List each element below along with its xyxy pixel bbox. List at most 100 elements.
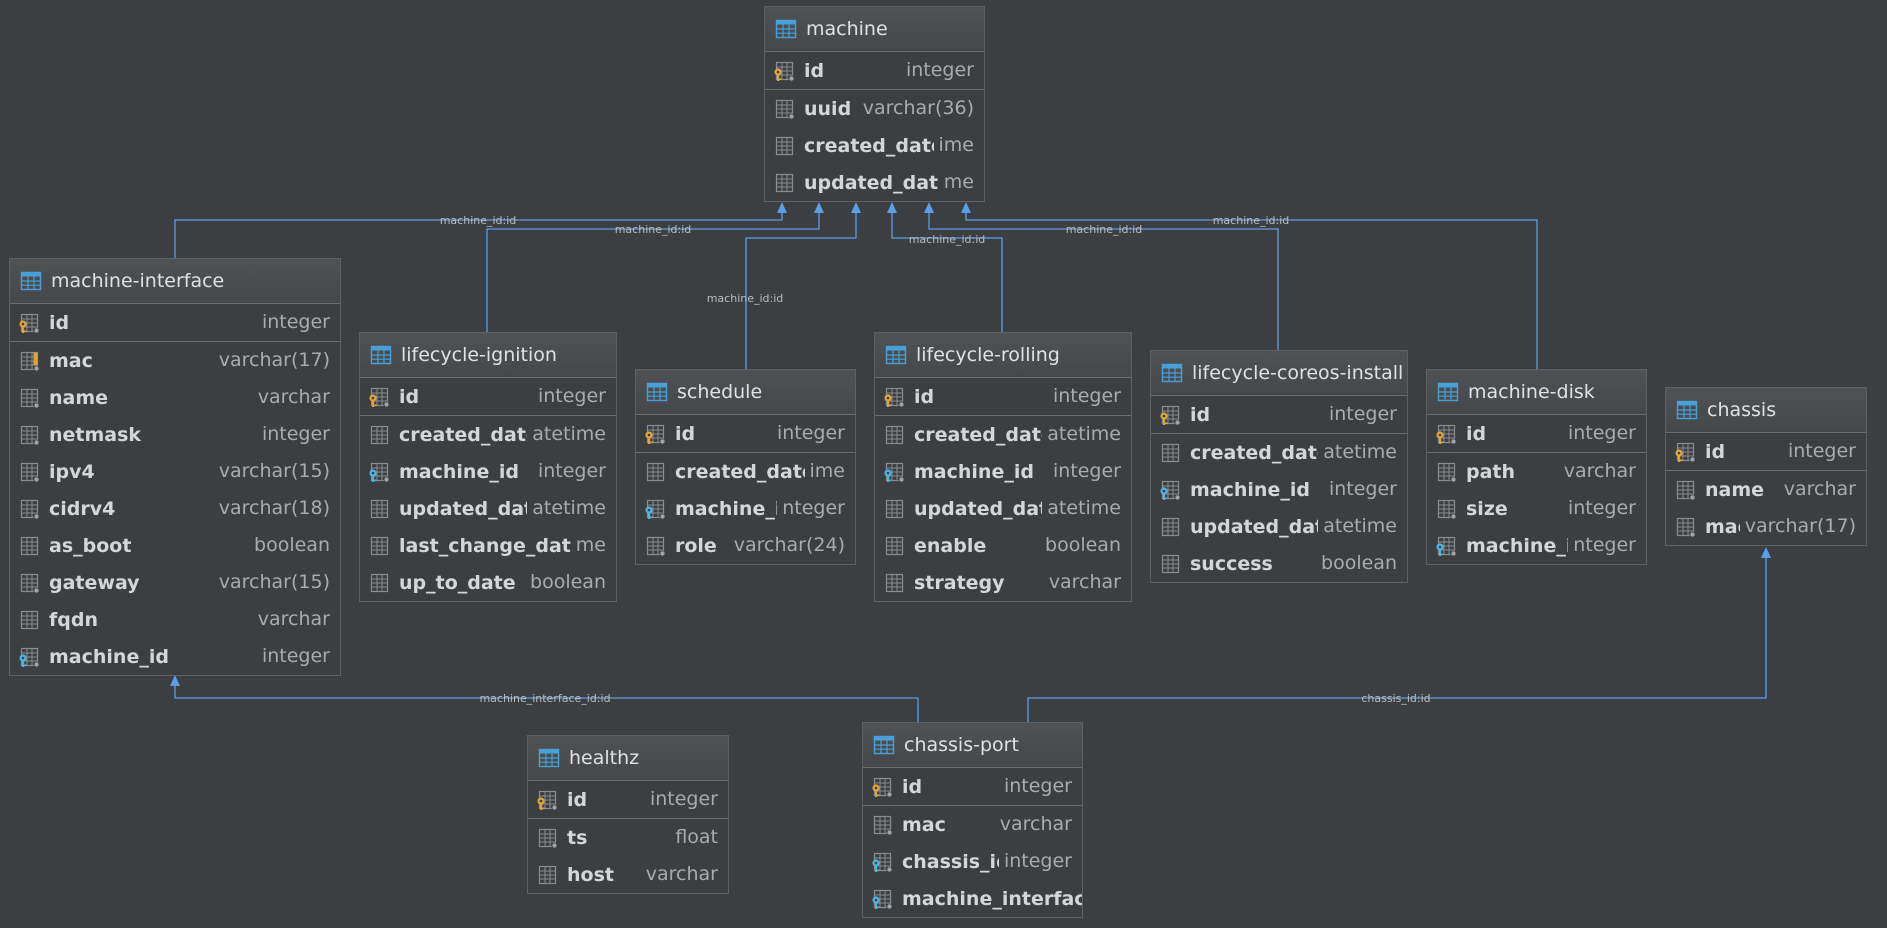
table-lifecycle-ignition[interactable]: lifecycle-ignition id integer created_date a… xyxy=(359,332,617,602)
column-row[interactable]: updated_date atetime xyxy=(875,490,1131,527)
column-row[interactable]: gateway varchar(15) xyxy=(10,564,340,601)
table-header[interactable]: healthz xyxy=(528,736,728,781)
column-row[interactable]: id integer xyxy=(875,378,1131,416)
table-lifecycle-rolling[interactable]: lifecycle-rolling id integer created_date at… xyxy=(874,332,1132,602)
table-header[interactable]: machine-interface xyxy=(10,259,340,304)
column-row[interactable]: name varchar xyxy=(10,379,340,416)
table-header[interactable]: chassis-port xyxy=(863,723,1082,768)
edge-label: machine_id:id xyxy=(707,292,784,305)
column-row[interactable]: ts float xyxy=(528,819,728,856)
column-row[interactable]: success boolean xyxy=(1151,545,1407,582)
table-icon xyxy=(1676,399,1698,421)
column-name: success xyxy=(1190,552,1273,575)
column-row[interactable]: machine_id integer xyxy=(10,638,340,675)
column-row[interactable]: machine_id integer xyxy=(1151,471,1407,508)
column-row[interactable]: strategy varchar xyxy=(875,564,1131,601)
edge-lifecycle-coreos-install-machine[interactable] xyxy=(928,204,1279,350)
column-name: updated_date xyxy=(399,497,547,520)
column-name: cidrv4 xyxy=(49,497,116,520)
arrowhead xyxy=(851,202,861,213)
column-row[interactable]: updated_date atetime xyxy=(1151,508,1407,545)
table-chassis-port[interactable]: chassis-port id integer mac varchar chassis_i… xyxy=(862,722,1083,918)
edge-chassis-port-machine-interface[interactable] xyxy=(174,677,919,722)
table-header[interactable]: lifecycle-ignition xyxy=(360,333,616,378)
column-type: nteger xyxy=(1568,527,1636,564)
edge-lifecycle-rolling-machine[interactable] xyxy=(891,204,1003,332)
column-row[interactable]: size integer xyxy=(1427,490,1646,527)
column-row[interactable]: mac varchar xyxy=(863,806,1082,843)
table-header[interactable]: chassis xyxy=(1666,388,1866,433)
column-row[interactable]: mac varchar(17) xyxy=(10,342,340,379)
column-row[interactable]: last_change_date me xyxy=(360,527,616,564)
edge-lifecycle-ignition-machine[interactable] xyxy=(486,204,820,332)
column-row[interactable]: cidrv4 varchar(18) xyxy=(10,490,340,527)
column-row[interactable]: chassis_id integer xyxy=(863,843,1082,880)
column-nn-icon xyxy=(773,98,795,120)
table-header[interactable]: schedule xyxy=(636,370,855,415)
table-lifecycle-coreos-install[interactable]: lifecycle-coreos-install id integer created… xyxy=(1150,350,1408,583)
column-row[interactable]: name varchar xyxy=(1666,471,1866,508)
column-row[interactable]: up_to_date boolean xyxy=(360,564,616,601)
column-row[interactable]: updated_date atetime xyxy=(360,490,616,527)
column-type: integer xyxy=(532,378,606,415)
column-row[interactable]: path varchar xyxy=(1427,453,1646,490)
column-row[interactable]: enable boolean xyxy=(875,527,1131,564)
column-row[interactable]: machine_interface_ xyxy=(863,880,1082,917)
table-machine-interface[interactable]: machine-interface id integer mac varchar(17)… xyxy=(9,258,341,676)
column-row[interactable]: machine_id nteger xyxy=(1427,527,1646,564)
column-row[interactable]: uuid varchar(36) xyxy=(765,90,984,127)
column-name: mac xyxy=(49,349,93,372)
column-nn-icon xyxy=(1674,479,1696,501)
column-row[interactable]: as_boot boolean xyxy=(10,527,340,564)
column-type: varchar xyxy=(1043,564,1121,601)
table-title: healthz xyxy=(569,747,640,769)
column-row[interactable]: created_date atetime xyxy=(360,416,616,453)
column-row[interactable]: role varchar(24) xyxy=(636,527,855,564)
column-icon xyxy=(644,461,666,483)
column-row[interactable]: machine_id integer xyxy=(875,453,1131,490)
column-row[interactable]: netmask integer xyxy=(10,416,340,453)
column-row[interactable]: machine_id nteger xyxy=(636,490,855,527)
column-type: varchar(36) xyxy=(857,90,974,127)
column-row[interactable]: id integer xyxy=(360,378,616,416)
column-row[interactable]: machine_id integer xyxy=(360,453,616,490)
column-icon xyxy=(368,535,390,557)
table-machine[interactable]: machine id integer uuid varchar(36) created_d… xyxy=(764,6,985,202)
column-row[interactable]: id integer xyxy=(1427,415,1646,453)
column-row[interactable]: created_date atetime xyxy=(875,416,1131,453)
column-type: ime xyxy=(804,453,845,490)
column-name: id xyxy=(1466,422,1487,445)
table-header[interactable]: machine xyxy=(765,7,984,52)
edge-machine-interface-machine[interactable] xyxy=(174,204,783,258)
table-healthz[interactable]: healthz id integer ts float host varchar xyxy=(527,735,729,894)
column-icon xyxy=(1159,516,1181,538)
column-row[interactable]: id integer xyxy=(1666,433,1866,471)
primary-key-icon xyxy=(536,789,558,811)
column-row[interactable]: fqdn varchar xyxy=(10,601,340,638)
column-row[interactable]: id integer xyxy=(636,415,855,453)
edge-label: machine_id:id xyxy=(1213,214,1290,227)
column-row[interactable]: id integer xyxy=(863,768,1082,806)
table-header[interactable]: lifecycle-rolling xyxy=(875,333,1131,378)
edge-schedule-machine[interactable] xyxy=(745,204,857,369)
column-row[interactable]: created_date ime xyxy=(636,453,855,490)
column-row[interactable]: ipv4 varchar(15) xyxy=(10,453,340,490)
column-type: integer xyxy=(256,638,330,675)
column-row[interactable]: id integer xyxy=(10,304,340,342)
column-row[interactable]: mac varchar(17) xyxy=(1666,508,1866,545)
column-row[interactable]: host varchar xyxy=(528,856,728,893)
column-row[interactable]: id integer xyxy=(1151,396,1407,434)
table-header[interactable]: lifecycle-coreos-install xyxy=(1151,351,1407,396)
table-icon xyxy=(646,381,668,403)
column-row[interactable]: created_date atetime xyxy=(1151,434,1407,471)
table-schedule[interactable]: schedule id integer created_date ime machine_… xyxy=(635,369,856,565)
table-machine-disk[interactable]: machine-disk id integer path varchar size inte… xyxy=(1426,369,1647,565)
column-row[interactable]: updated_date me xyxy=(765,164,984,201)
column-type: atetime xyxy=(527,416,606,453)
column-row[interactable]: id integer xyxy=(528,781,728,819)
table-header[interactable]: machine-disk xyxy=(1427,370,1646,415)
edge-label: machine_id:id xyxy=(440,214,517,227)
column-row[interactable]: created_date ime xyxy=(765,127,984,164)
column-row[interactable]: id integer xyxy=(765,52,984,90)
table-chassis[interactable]: chassis id integer name varchar mac varchar(17… xyxy=(1665,387,1867,546)
